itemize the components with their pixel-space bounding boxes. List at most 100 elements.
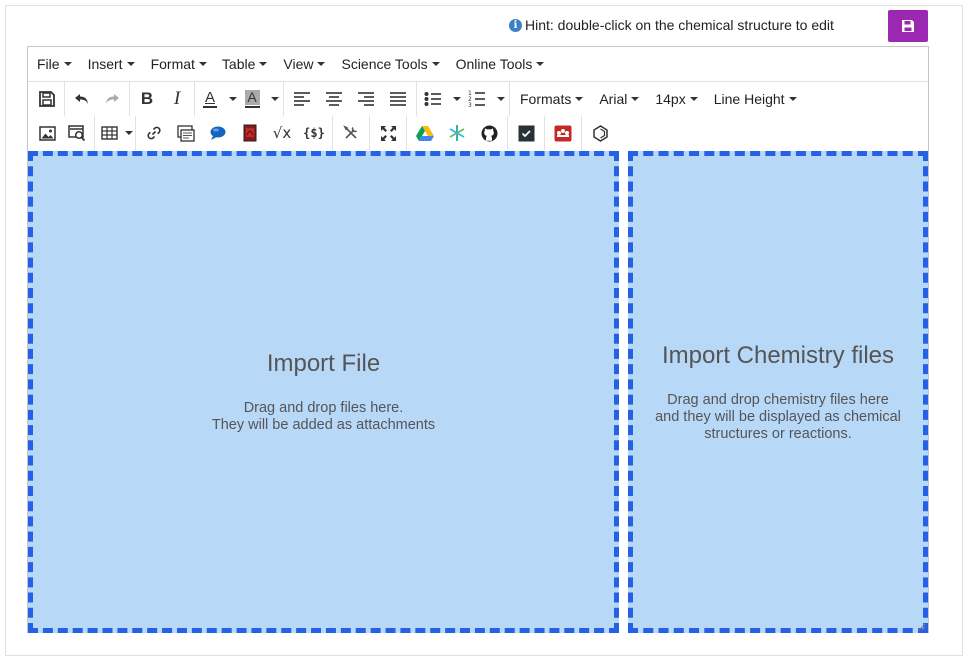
redo-button[interactable] [97,85,127,113]
resize-handle[interactable] [918,623,926,631]
bg-color-dropdown[interactable] [265,85,281,113]
numbered-list-button[interactable]: 123 [463,85,491,113]
comment-button[interactable] [202,119,234,147]
toolbar-group-save [30,82,65,116]
toolbar-group-table [95,116,136,150]
hint-text: Hint: double-click on the chemical struc… [525,17,834,33]
import-chemistry-line-3: structures or reactions. [704,425,852,442]
save-icon [38,90,56,108]
menu-science-tools[interactable]: Science Tools [335,47,445,81]
align-right-button[interactable] [350,85,382,113]
caret-down-icon [317,62,326,66]
bullet-list-split-button[interactable] [419,85,463,113]
embed-button[interactable] [170,119,202,147]
molecule-button[interactable] [584,119,616,147]
insert-link-button[interactable] [138,119,170,147]
menu-insert[interactable]: Insert [82,47,141,81]
toolbar-group-online [407,116,508,150]
toolbar-group-colors: A A [195,82,284,116]
menu-format[interactable]: Format [145,47,213,81]
chemistry-button[interactable] [441,119,473,147]
text-color-letter: A [204,88,215,106]
caret-down-icon [271,97,279,101]
bg-color-split-button[interactable]: A [239,85,281,113]
image-search-icon [68,124,86,142]
undo-button[interactable] [67,85,97,113]
align-right-icon [357,91,375,107]
text-color-button[interactable]: A [197,85,223,113]
bullet-list-dropdown[interactable] [447,85,463,113]
import-file-dropzone[interactable]: Import File Drag and drop files here. Th… [28,151,619,633]
menu-online-tools[interactable]: Online Tools [450,47,551,81]
table-icon [100,126,118,140]
text-color-split-button[interactable]: A [197,85,239,113]
toolbar-group-task [508,116,545,150]
justify-button[interactable] [382,85,414,113]
bullet-list-icon [424,91,442,107]
menu-label: File [37,56,60,72]
numbered-list-split-button[interactable]: 123 [463,85,507,113]
caret-down-icon [631,97,640,101]
formats-dropdown[interactable]: Formats [512,85,591,113]
toolbar-group-molecule [582,116,618,150]
github-button[interactable] [473,119,505,147]
bg-color-letter: A [244,90,260,105]
save-icon [901,19,915,33]
hint: i Hint: double-click on the chemical str… [509,16,834,34]
caret-down-icon [229,97,237,101]
text-color-dropdown[interactable] [223,85,239,113]
google-drive-icon [416,125,434,141]
numbered-list-icon: 123 [468,90,486,108]
pdf-button[interactable] [234,119,266,147]
table-button[interactable] [97,119,121,147]
toolbar-group-tools [333,116,370,150]
menu-label: Format [150,56,195,72]
menu-view[interactable]: View [277,47,331,81]
toolbar-group-history [65,82,130,116]
background-color-button[interactable]: A [239,85,265,113]
align-center-button[interactable] [318,85,350,113]
italic-button[interactable]: I [162,85,192,113]
math-icon: √x [272,124,292,142]
align-left-button[interactable] [286,85,318,113]
justify-icon [389,91,407,107]
mendeley-button[interactable] [547,119,579,147]
toolbar-group-insert: √x {$} [136,116,333,150]
bullet-list-button[interactable] [419,85,447,113]
fullscreen-button[interactable] [372,119,404,147]
font-size-dropdown[interactable]: 14px [647,85,705,113]
toolbar-group-media [30,116,95,150]
tools-button[interactable] [335,119,367,147]
toolbar-group-align [284,82,417,116]
line-height-dropdown[interactable]: Line Height [706,85,805,113]
toolbar-group-view [370,116,407,150]
rich-text-editor: File Insert Format Table View Science To… [27,46,929,633]
google-drive-button[interactable] [409,119,441,147]
font-family-dropdown[interactable]: Arial [591,85,647,113]
code-braces-button[interactable]: {$} [298,119,330,147]
table-split-button[interactable] [97,119,133,147]
embed-icon [177,124,195,142]
import-chemistry-line-1: Drag and drop chemistry files here [667,391,889,408]
font-size-label: 14px [655,91,686,107]
menu-file[interactable]: File [31,47,78,81]
undo-icon [73,90,91,108]
bold-button[interactable]: B [132,85,162,113]
italic-icon: I [173,88,181,109]
numbered-list-dropdown[interactable] [491,85,507,113]
menu-table[interactable]: Table [216,47,273,81]
svg-text:3: 3 [468,102,472,108]
toolbar-group-style: B I [130,82,195,116]
menu-label: View [283,56,314,72]
image-search-button[interactable] [62,119,92,147]
table-dropdown[interactable] [121,119,133,147]
import-chemistry-dropzone[interactable]: Import Chemistry files Drag and drop che… [628,151,928,633]
checkbox-button[interactable] [510,119,542,147]
mendeley-icon [554,125,572,142]
insert-image-button[interactable] [32,119,62,147]
math-button[interactable]: √x [266,119,298,147]
comment-icon [209,125,227,141]
save-button[interactable] [888,10,928,42]
save-button[interactable] [32,85,62,113]
caret-down-icon [125,131,133,135]
